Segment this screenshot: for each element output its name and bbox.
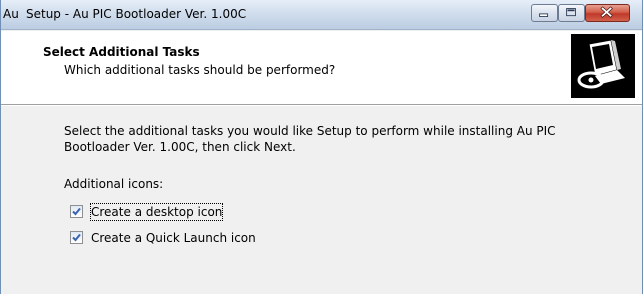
maximize-icon <box>566 8 576 17</box>
wizard-header: Select Additional Tasks Which additional… <box>1 31 642 104</box>
checkmark-icon <box>72 207 81 216</box>
minimize-icon <box>539 13 549 17</box>
title-bar[interactable]: Au Setup - Au PIC Bootloader Ver. 1.00C <box>1 0 642 30</box>
quick-launch-label[interactable]: Create a Quick Launch icon <box>91 230 256 246</box>
desktop-icon-label[interactable]: Create a desktop icon <box>89 203 224 221</box>
close-button[interactable] <box>585 4 630 22</box>
additional-icons-label: Additional icons: <box>64 177 164 191</box>
page-title: Select Additional Tasks <box>43 45 200 59</box>
window-title: Setup - Au PIC Bootloader Ver. 1.00C <box>26 7 247 21</box>
quick-launch-checkbox[interactable] <box>70 231 83 244</box>
close-icon <box>600 6 613 18</box>
app-icon: Au <box>3 7 19 21</box>
instructions-text: Select the additional tasks you would li… <box>64 124 556 154</box>
setup-window: Au Setup - Au PIC Bootloader Ver. 1.00C … <box>0 0 643 294</box>
maximize-button[interactable] <box>558 4 585 22</box>
desktop-icon-checkbox[interactable] <box>70 205 83 218</box>
minimize-button[interactable] <box>531 4 558 22</box>
header-divider-highlight <box>1 105 642 106</box>
checkmark-icon <box>72 233 81 242</box>
page-subtitle: Which additional tasks should be perform… <box>64 63 336 77</box>
computer-disk-icon <box>571 34 635 98</box>
